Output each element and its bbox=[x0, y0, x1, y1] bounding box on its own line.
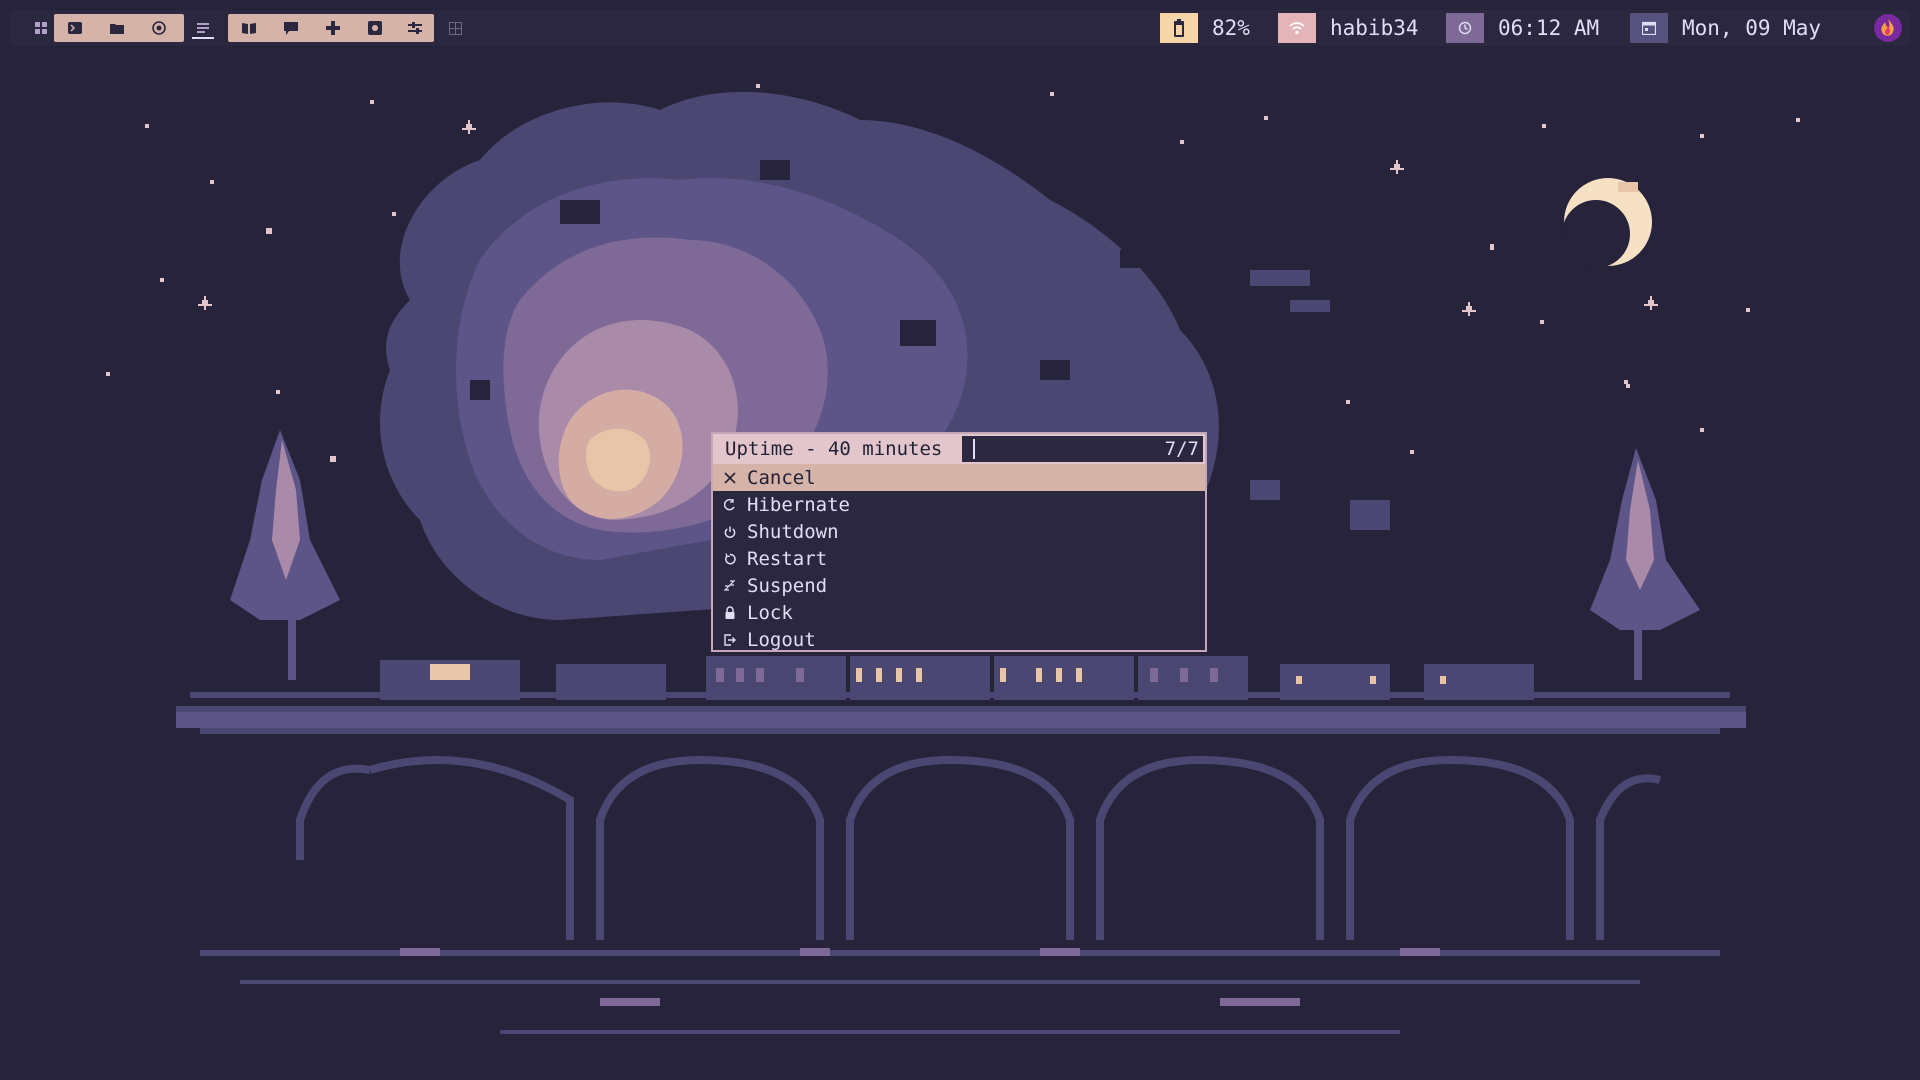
menu-item-logout[interactable]: Logout bbox=[713, 626, 1205, 653]
close-icon bbox=[723, 471, 737, 485]
top-bar: 82% habib34 06:12 AM Mon, 09 May bbox=[10, 10, 1910, 46]
date-value: Mon, 09 May bbox=[1682, 16, 1822, 40]
menu-item-cancel[interactable]: Cancel bbox=[713, 464, 1205, 491]
battery-value: 82% bbox=[1212, 16, 1250, 40]
menu-item-label: Restart bbox=[747, 547, 828, 570]
lock-icon bbox=[723, 606, 737, 620]
mixer-icon[interactable] bbox=[396, 14, 434, 42]
terminal-icon[interactable] bbox=[54, 14, 96, 42]
wifi-icon bbox=[1289, 22, 1305, 35]
prompt-row: Uptime - 40 minutes 7/7 bbox=[713, 434, 1205, 464]
menu-item-label: Suspend bbox=[747, 574, 828, 597]
sleep-icon bbox=[723, 579, 737, 593]
date-module[interactable] bbox=[1630, 13, 1668, 43]
menu-item-label: Hibernate bbox=[747, 493, 850, 516]
launcher-icon[interactable] bbox=[1874, 14, 1902, 42]
result-counter: 7/7 bbox=[1164, 438, 1199, 460]
network-module[interactable] bbox=[1278, 13, 1316, 43]
menu-item-lock[interactable]: Lock bbox=[713, 599, 1205, 626]
empty-workspace-icon[interactable] bbox=[438, 14, 472, 42]
folder-icon[interactable] bbox=[96, 14, 138, 42]
grid-icon[interactable] bbox=[24, 14, 58, 42]
firefox-icon[interactable] bbox=[138, 14, 180, 42]
text-caret bbox=[973, 439, 975, 459]
hibernate-icon bbox=[723, 498, 737, 512]
restart-icon bbox=[723, 552, 737, 566]
battery-module[interactable] bbox=[1160, 13, 1198, 43]
gamepad-icon[interactable] bbox=[312, 14, 354, 42]
menu-item-shutdown[interactable]: Shutdown bbox=[713, 518, 1205, 545]
clock-module[interactable] bbox=[1446, 13, 1484, 43]
battery-icon bbox=[1174, 19, 1184, 37]
network-ssid: habib34 bbox=[1330, 16, 1419, 40]
menu-item-hibernate[interactable]: Hibernate bbox=[713, 491, 1205, 518]
book-icon[interactable] bbox=[228, 14, 270, 42]
settings-icon[interactable] bbox=[354, 14, 396, 42]
editor-icon[interactable] bbox=[186, 14, 220, 42]
menu-item-restart[interactable]: Restart bbox=[713, 545, 1205, 572]
uptime-prompt: Uptime - 40 minutes bbox=[725, 438, 943, 460]
menu-item-suspend[interactable]: Suspend bbox=[713, 572, 1205, 599]
clock-icon bbox=[1458, 21, 1472, 35]
clock-time: 06:12 AM bbox=[1498, 16, 1600, 40]
menu-item-label: Lock bbox=[747, 601, 793, 624]
logout-icon bbox=[723, 633, 737, 647]
menu-item-label: Shutdown bbox=[747, 520, 839, 543]
power-icon bbox=[723, 525, 737, 539]
power-menu: Uptime - 40 minutes 7/7 Cancel Hibernate… bbox=[711, 432, 1207, 652]
menu-item-label: Cancel bbox=[747, 466, 816, 489]
calendar-icon bbox=[1642, 21, 1656, 35]
menu-item-label: Logout bbox=[747, 628, 816, 651]
chat-icon[interactable] bbox=[270, 14, 312, 42]
